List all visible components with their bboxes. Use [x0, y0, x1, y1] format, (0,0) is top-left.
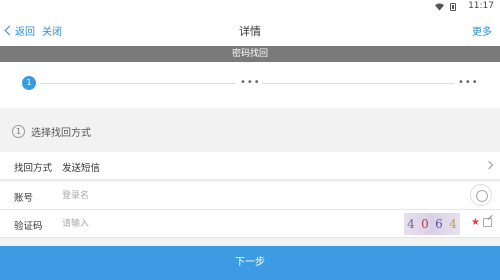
step-1-circle: 1 [22, 76, 36, 90]
recovery-method-value: 发送短信 [62, 163, 101, 174]
battery-icon [450, 3, 456, 11]
account-input[interactable] [62, 189, 222, 203]
captcha-char: 6 [435, 217, 443, 231]
recovery-method-label: 找回方式 [14, 163, 53, 174]
step-2-dots: ••• [240, 77, 261, 88]
edit-icon[interactable] [483, 218, 492, 227]
step-3-dots: ••• [458, 77, 479, 88]
step-line [40, 83, 236, 84]
more-button[interactable]: 更多 [472, 23, 492, 38]
next-button[interactable]: 下一步 [0, 246, 500, 280]
navbar: 返回 关闭 详情 更多 [0, 14, 500, 46]
sub-header: 1 选择找回方式 [0, 118, 500, 144]
sub-header-text: 选择找回方式 [31, 127, 91, 139]
section-title: 密码找回 [0, 46, 500, 62]
captcha-row: 验证码 4 0 6 4 ★ [0, 210, 500, 238]
captcha-label: 验证码 [14, 221, 43, 232]
step-number-circle: 1 [12, 124, 25, 138]
status-bar: 11:17 [0, 0, 500, 14]
recovery-method-row[interactable]: 找回方式 发送短信 [0, 152, 500, 180]
floating-assist-button[interactable] [470, 184, 492, 206]
status-time: 11:17 [468, 1, 494, 11]
step-line [262, 83, 454, 84]
captcha-char: 4 [407, 217, 415, 231]
account-row: 账号 [0, 182, 500, 210]
captcha-char: 4 [449, 217, 457, 231]
step-indicator: 1 ••• ••• [0, 62, 500, 108]
captcha-image[interactable]: 4 0 6 4 [404, 213, 460, 235]
chevron-right-icon [484, 160, 494, 170]
captcha-char: 0 [421, 217, 429, 231]
wifi-icon [435, 3, 444, 11]
account-label: 账号 [14, 193, 34, 204]
captcha-input[interactable] [62, 217, 222, 231]
required-star-icon: ★ [471, 217, 480, 228]
page-title: 详情 [239, 25, 261, 38]
